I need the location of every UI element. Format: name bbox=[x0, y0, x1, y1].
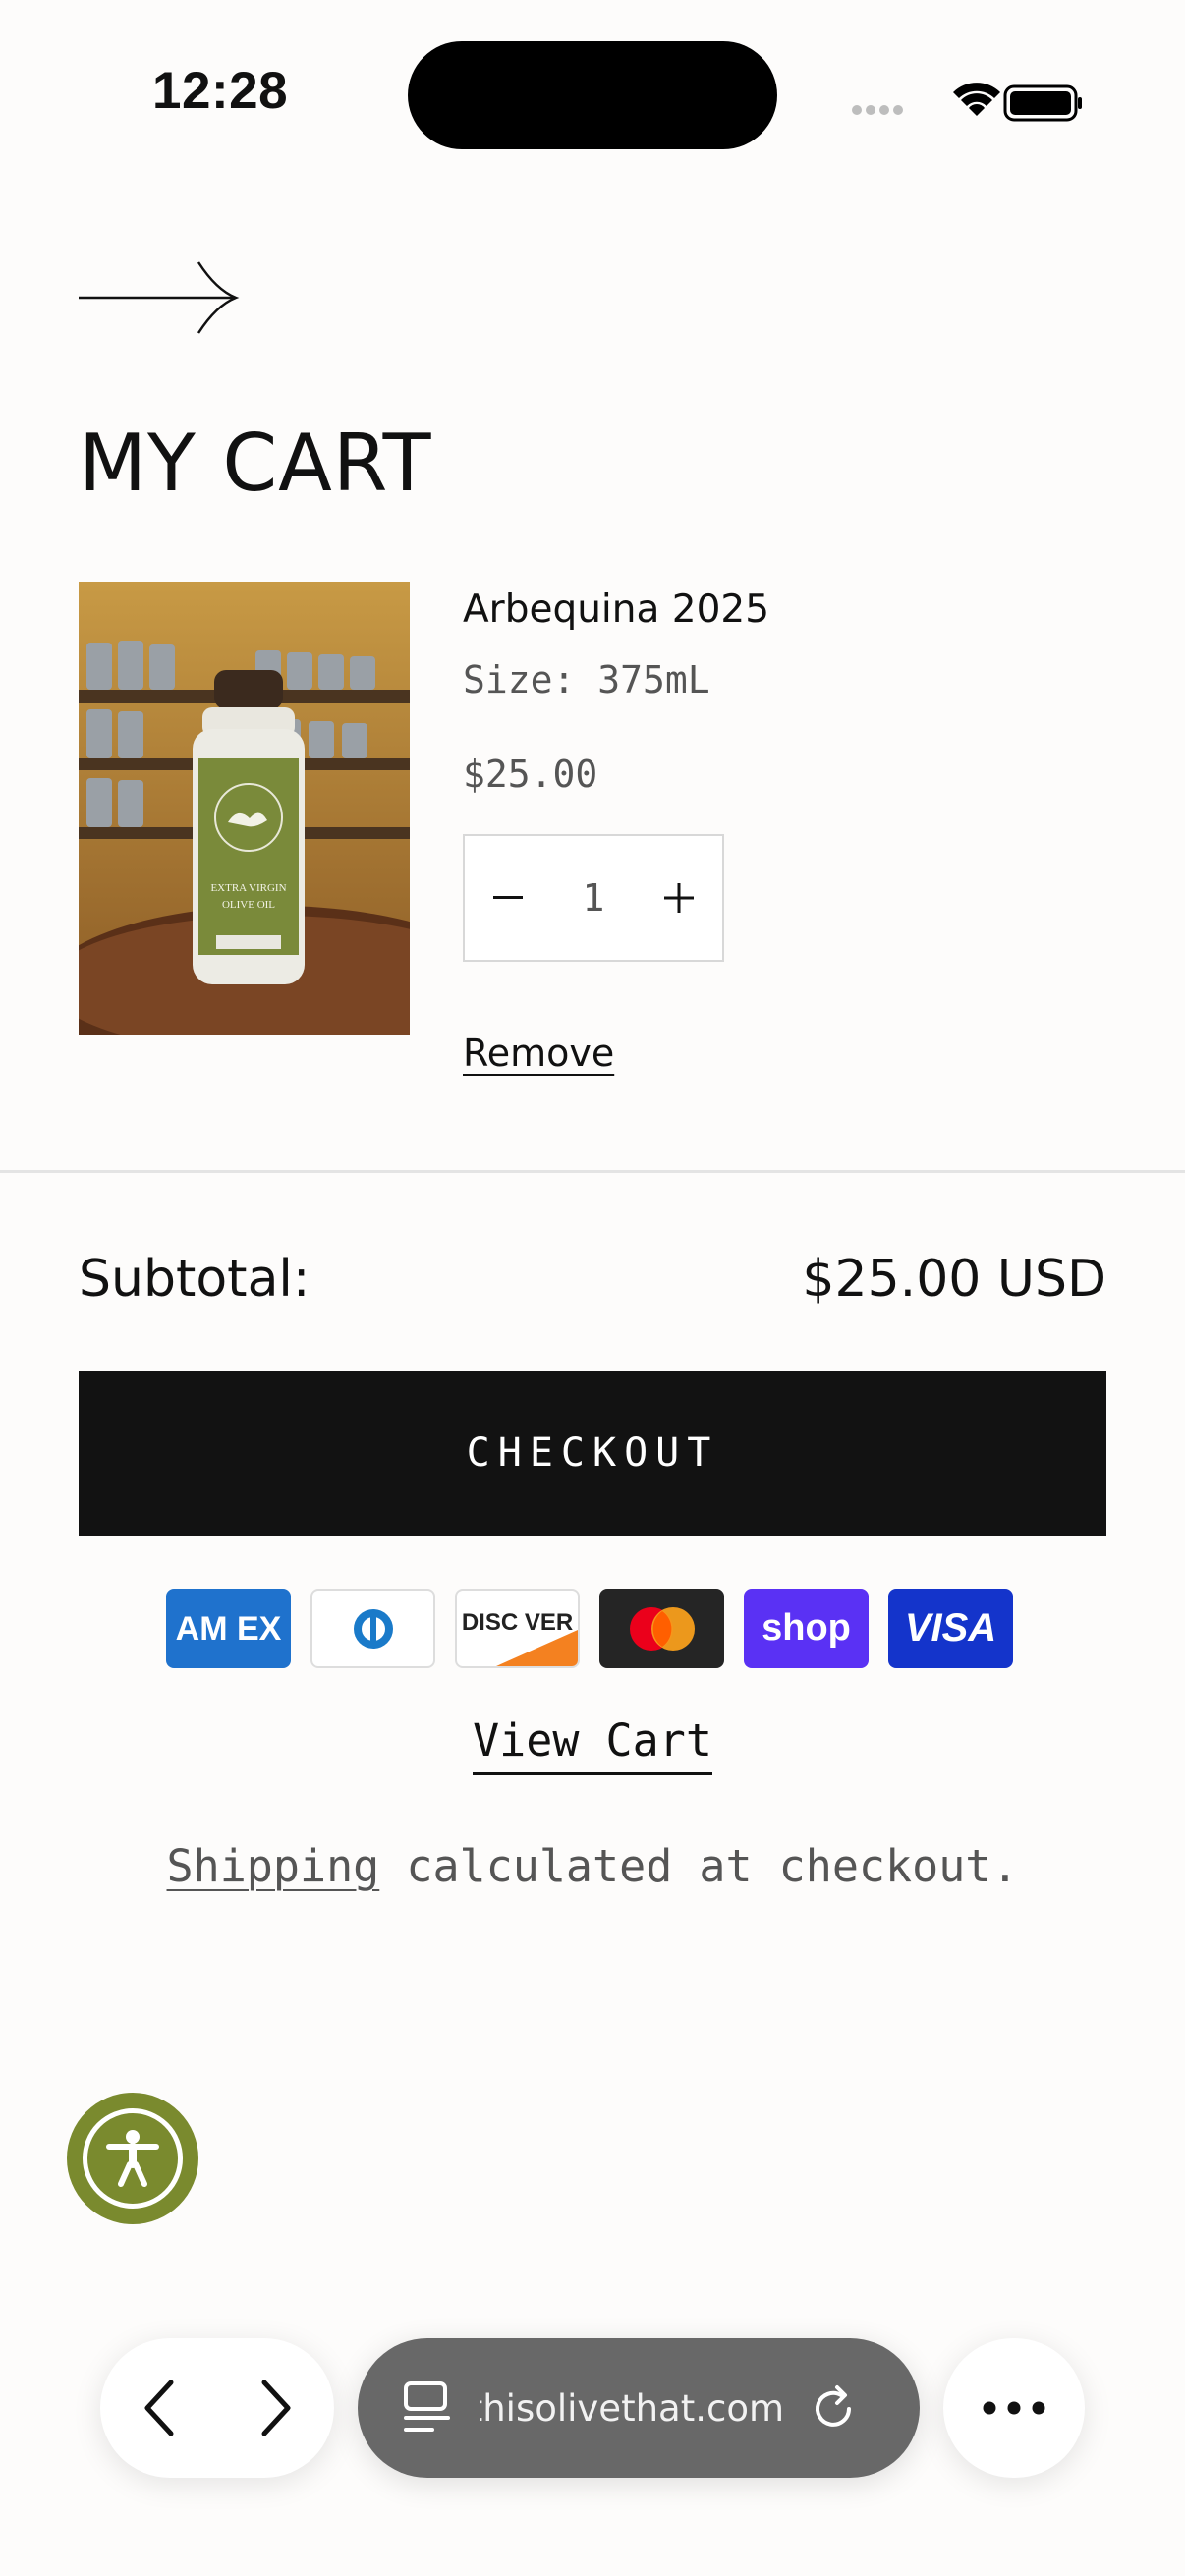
svg-text:EXTRA VIRGIN: EXTRA VIRGIN bbox=[210, 882, 286, 894]
url-text[interactable]: thisolivethat.com bbox=[480, 2387, 784, 2430]
more-button[interactable] bbox=[943, 2338, 1085, 2478]
battery-icon bbox=[1003, 84, 1082, 122]
status-icons bbox=[852, 83, 1082, 122]
diners-club-icon bbox=[310, 1589, 435, 1668]
product-price: $25.00 bbox=[463, 753, 598, 796]
visa-text: VISA bbox=[904, 1606, 997, 1650]
decrease-quantity-button[interactable] bbox=[465, 836, 551, 960]
mastercard-icon bbox=[599, 1589, 724, 1668]
quantity-stepper: 1 bbox=[463, 834, 724, 962]
discover-text: DISC VER bbox=[461, 1608, 574, 1636]
reload-icon[interactable] bbox=[810, 2383, 859, 2433]
shop-pay-icon: shop bbox=[744, 1589, 869, 1668]
address-bar[interactable]: thisolivethat.com bbox=[358, 2338, 920, 2478]
status-time: 12:28 bbox=[152, 62, 289, 120]
accessibility-icon bbox=[83, 2108, 183, 2209]
back-icon[interactable] bbox=[140, 2379, 179, 2437]
signal-dots-icon bbox=[852, 105, 903, 115]
page-title: MY CART bbox=[79, 418, 432, 509]
shipping-note: Shipping calculated at checkout. bbox=[0, 1840, 1185, 1892]
remove-item-link[interactable]: Remove bbox=[463, 1032, 614, 1075]
divider bbox=[0, 1170, 1185, 1173]
view-cart-link[interactable]: View Cart bbox=[473, 1714, 712, 1775]
dynamic-island bbox=[408, 41, 777, 149]
svg-text:OLIVE OIL: OLIVE OIL bbox=[222, 899, 275, 911]
subtotal-label: Subtotal: bbox=[79, 1250, 310, 1309]
subtotal-value: $25.00 USD bbox=[802, 1250, 1106, 1309]
checkout-button[interactable]: CHECKOUT bbox=[79, 1371, 1106, 1536]
product-image[interactable]: EXTRA VIRGIN OLIVE OIL bbox=[79, 582, 410, 1035]
browser-nav-controls bbox=[100, 2338, 334, 2478]
increase-quantity-button[interactable] bbox=[636, 836, 722, 960]
discover-icon: DISC VER bbox=[455, 1589, 580, 1668]
accessibility-button[interactable] bbox=[67, 2093, 198, 2224]
product-size: Size: 375mL bbox=[463, 658, 710, 701]
plus-icon bbox=[663, 883, 694, 913]
arrow-right-icon[interactable] bbox=[79, 260, 241, 335]
more-icon bbox=[983, 2401, 1045, 2415]
shipping-note-text: calculated at checkout. bbox=[379, 1840, 1019, 1892]
forward-icon[interactable] bbox=[256, 2379, 296, 2437]
shop-pay-text: shop bbox=[762, 1607, 851, 1649]
visa-icon: VISA bbox=[888, 1589, 1013, 1668]
payment-methods: AM EX DISC VER shop VISA bbox=[166, 1589, 1013, 1668]
tabs-icon[interactable] bbox=[403, 2380, 452, 2436]
product-name[interactable]: Arbequina 2025 bbox=[463, 588, 769, 632]
wifi-icon bbox=[953, 83, 1000, 116]
quantity-value[interactable]: 1 bbox=[583, 876, 605, 920]
amex-icon: AM EX bbox=[166, 1589, 291, 1668]
shipping-link[interactable]: Shipping bbox=[167, 1840, 380, 1892]
amex-text: AM EX bbox=[175, 1609, 282, 1648]
minus-icon bbox=[493, 896, 523, 899]
view-cart-container: View Cart bbox=[0, 1714, 1185, 1775]
